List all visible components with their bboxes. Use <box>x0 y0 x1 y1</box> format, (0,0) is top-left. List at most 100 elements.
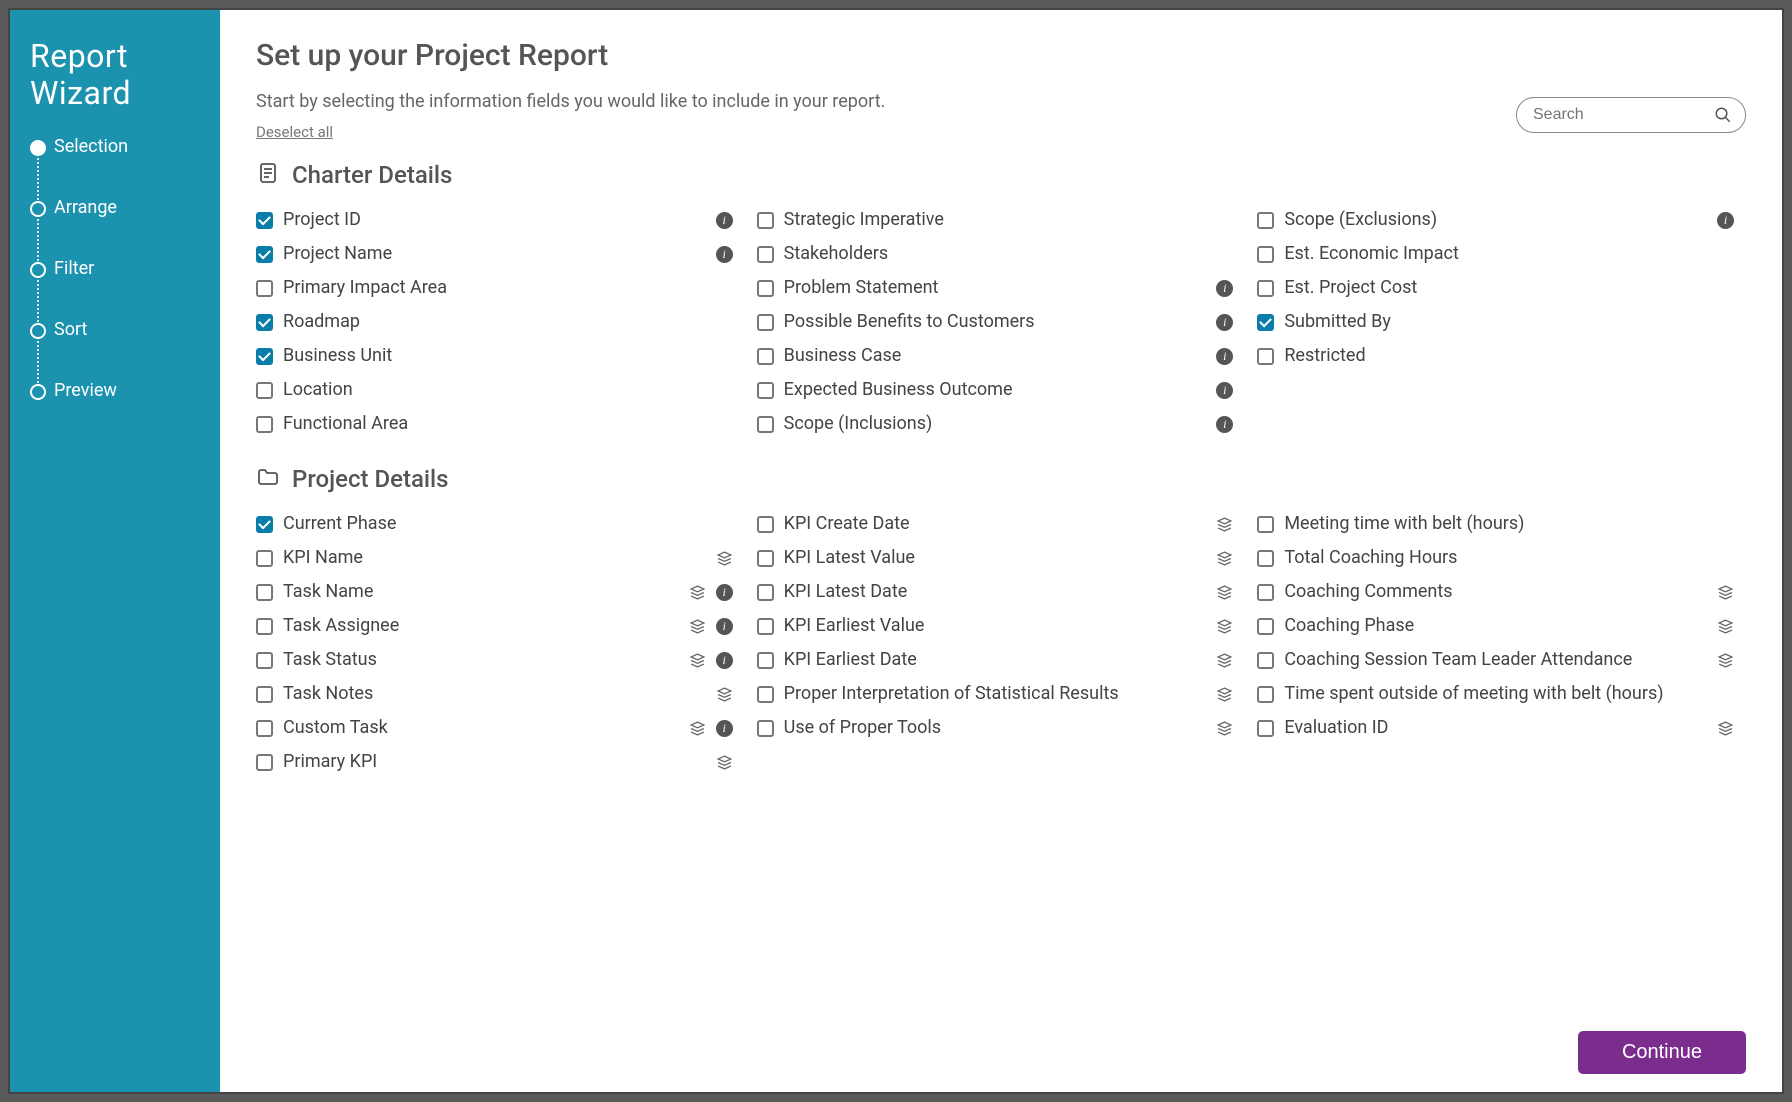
checkbox[interactable] <box>757 280 774 297</box>
field-item[interactable]: Scope (Inclusions)i <box>757 407 1234 441</box>
checkbox[interactable] <box>1257 618 1274 635</box>
field-item[interactable]: Task Notes <box>256 677 733 711</box>
field-item[interactable]: KPI Create Date <box>757 507 1234 541</box>
checkbox[interactable] <box>1257 348 1274 365</box>
checkbox[interactable] <box>1257 246 1274 263</box>
field-item[interactable]: Business Unit <box>256 339 733 373</box>
checkbox[interactable] <box>256 280 273 297</box>
field-item[interactable]: KPI Earliest Date <box>757 643 1234 677</box>
field-item[interactable]: Scope (Exclusions)i <box>1257 203 1734 237</box>
field-item[interactable]: Location <box>256 373 733 407</box>
checkbox[interactable] <box>757 416 774 433</box>
field-item[interactable]: Project IDi <box>256 203 733 237</box>
checkbox[interactable] <box>757 686 774 703</box>
wizard-step-filter[interactable]: Filter <box>30 258 200 279</box>
checkbox[interactable] <box>757 348 774 365</box>
checkbox[interactable] <box>256 382 273 399</box>
info-icon[interactable]: i <box>716 246 733 263</box>
field-item[interactable]: Task Statusi <box>256 643 733 677</box>
field-item[interactable]: Coaching Session Team Leader Attendance <box>1257 643 1734 677</box>
field-item[interactable]: Problem Statementi <box>757 271 1234 305</box>
field-item[interactable]: Possible Benefits to Customersi <box>757 305 1234 339</box>
wizard-step-arrange[interactable]: Arrange <box>30 197 200 218</box>
field-item[interactable]: Expected Business Outcomei <box>757 373 1234 407</box>
checkbox[interactable] <box>1257 516 1274 533</box>
info-icon[interactable]: i <box>1216 314 1233 331</box>
checkbox[interactable] <box>757 550 774 567</box>
field-item[interactable]: Evaluation ID <box>1257 711 1734 745</box>
field-item[interactable]: KPI Name <box>256 541 733 575</box>
wizard-step-sort[interactable]: Sort <box>30 319 200 340</box>
field-item[interactable]: Strategic Imperative <box>757 203 1234 237</box>
info-icon[interactable]: i <box>1216 348 1233 365</box>
info-icon[interactable]: i <box>716 720 733 737</box>
checkbox[interactable] <box>1257 686 1274 703</box>
checkbox[interactable] <box>1257 720 1274 737</box>
field-item[interactable]: Total Coaching Hours <box>1257 541 1734 575</box>
checkbox[interactable] <box>256 416 273 433</box>
checkbox[interactable] <box>256 212 273 229</box>
checkbox[interactable] <box>757 246 774 263</box>
checkbox[interactable] <box>256 618 273 635</box>
field-item[interactable]: Meeting time with belt (hours) <box>1257 507 1734 541</box>
checkbox[interactable] <box>1257 314 1274 331</box>
field-item[interactable]: KPI Latest Date <box>757 575 1234 609</box>
checkbox[interactable] <box>757 516 774 533</box>
checkbox[interactable] <box>757 720 774 737</box>
checkbox[interactable] <box>757 652 774 669</box>
checkbox[interactable] <box>757 382 774 399</box>
deselect-all-link[interactable]: Deselect all <box>256 123 333 141</box>
field-item[interactable]: Est. Project Cost <box>1257 271 1734 305</box>
field-item[interactable]: Est. Economic Impact <box>1257 237 1734 271</box>
info-icon[interactable]: i <box>716 652 733 669</box>
field-item[interactable]: Coaching Comments <box>1257 575 1734 609</box>
field-item[interactable]: Use of Proper Tools <box>757 711 1234 745</box>
checkbox[interactable] <box>1257 212 1274 229</box>
field-item[interactable]: Restricted <box>1257 339 1734 373</box>
scroll-area[interactable]: Charter DetailsProject IDiProject NameiP… <box>256 161 1746 1021</box>
checkbox[interactable] <box>256 754 273 771</box>
checkbox[interactable] <box>757 212 774 229</box>
search-input[interactable] <box>1516 97 1746 133</box>
field-item[interactable]: Primary KPI <box>256 745 733 779</box>
checkbox[interactable] <box>1257 280 1274 297</box>
field-item[interactable]: KPI Earliest Value <box>757 609 1234 643</box>
info-icon[interactable]: i <box>1216 416 1233 433</box>
checkbox[interactable] <box>757 618 774 635</box>
wizard-step-preview[interactable]: Preview <box>30 380 200 401</box>
field-item[interactable]: Time spent outside of meeting with belt … <box>1257 677 1734 711</box>
field-item[interactable]: Proper Interpretation of Statistical Res… <box>757 677 1234 711</box>
field-item[interactable]: Project Namei <box>256 237 733 271</box>
field-item[interactable]: Coaching Phase <box>1257 609 1734 643</box>
field-item[interactable]: Functional Area <box>256 407 733 441</box>
checkbox[interactable] <box>1257 584 1274 601</box>
field-item[interactable]: Custom Taski <box>256 711 733 745</box>
field-item[interactable]: Task Assigneei <box>256 609 733 643</box>
checkbox[interactable] <box>256 652 273 669</box>
field-item[interactable]: Business Casei <box>757 339 1234 373</box>
checkbox[interactable] <box>256 348 273 365</box>
checkbox[interactable] <box>256 550 273 567</box>
field-item[interactable]: Current Phase <box>256 507 733 541</box>
checkbox[interactable] <box>1257 652 1274 669</box>
field-item[interactable]: Submitted By <box>1257 305 1734 339</box>
field-item[interactable]: Stakeholders <box>757 237 1234 271</box>
checkbox[interactable] <box>757 314 774 331</box>
info-icon[interactable]: i <box>1216 280 1233 297</box>
info-icon[interactable]: i <box>716 584 733 601</box>
checkbox[interactable] <box>256 584 273 601</box>
checkbox[interactable] <box>256 720 273 737</box>
continue-button[interactable]: Continue <box>1578 1031 1746 1074</box>
field-item[interactable]: Primary Impact Area <box>256 271 733 305</box>
wizard-step-selection[interactable]: Selection <box>30 136 200 157</box>
checkbox[interactable] <box>256 246 273 263</box>
checkbox[interactable] <box>256 686 273 703</box>
checkbox[interactable] <box>256 516 273 533</box>
checkbox[interactable] <box>757 584 774 601</box>
info-icon[interactable]: i <box>716 212 733 229</box>
info-icon[interactable]: i <box>1216 382 1233 399</box>
field-item[interactable]: KPI Latest Value <box>757 541 1234 575</box>
field-item[interactable]: Task Namei <box>256 575 733 609</box>
info-icon[interactable]: i <box>716 618 733 635</box>
field-item[interactable]: Roadmap <box>256 305 733 339</box>
